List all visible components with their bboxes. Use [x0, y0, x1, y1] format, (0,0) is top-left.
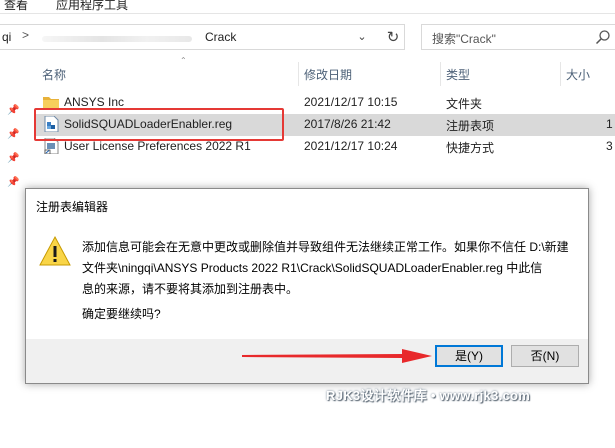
ribbon-tabs: 查看 应用程序工具: [0, 0, 615, 14]
refresh-icon[interactable]: ↻: [383, 28, 403, 48]
highlight-box: [34, 108, 284, 141]
column-divider[interactable]: [298, 62, 299, 86]
breadcrumb-separator: >: [22, 28, 30, 42]
dialog-message: 添加信息可能会在无意中更改或删除值并导致组件无法继续正常工作。如果你不信任 D:…: [82, 237, 578, 300]
file-size: 3: [606, 139, 613, 153]
dialog-confirm-question: 确定要继续吗?: [82, 307, 161, 321]
message-line: 息的来源，请不要将其添加到注册表中。: [82, 282, 299, 296]
address-prefix: qi: [2, 30, 12, 44]
dialog-title: 注册表编辑器: [36, 200, 109, 214]
navigation-pane: 📌 📌 📌 📌: [0, 50, 24, 448]
yes-button[interactable]: 是(Y): [435, 345, 503, 367]
search-box[interactable]: 搜索"Crack": [421, 24, 615, 50]
address-bar[interactable]: qi > Crack ⌄ ↻: [0, 24, 405, 50]
file-modified: 2017/8/26 21:42: [304, 117, 391, 131]
file-name: ANSYS Inc: [64, 95, 125, 109]
file-type: 快捷方式: [446, 141, 495, 155]
file-size: 1: [606, 117, 613, 131]
column-divider[interactable]: [440, 62, 441, 86]
pin-icon[interactable]: 📌: [7, 105, 19, 116]
file-name: User License Preferences 2022 R1: [64, 139, 251, 153]
tab-view[interactable]: 查看: [4, 0, 28, 13]
column-name[interactable]: 名称: [42, 66, 66, 83]
file-type: 文件夹: [446, 97, 483, 111]
pin-icon[interactable]: 📌: [7, 153, 19, 164]
no-button[interactable]: 否(N): [511, 345, 579, 367]
search-placeholder: 搜索"Crack": [432, 32, 496, 46]
warning-icon: [39, 235, 71, 266]
sort-caret-icon: ⌃: [180, 56, 187, 65]
file-modified: 2021/12/17 10:15: [304, 95, 398, 109]
pin-icon[interactable]: 📌: [7, 177, 19, 188]
pin-icon[interactable]: 📌: [7, 129, 19, 140]
registry-editor-dialog: 注册表编辑器 添加信息可能会在无意中更改或删除值并导致组件无法继续正常工作。如果…: [25, 188, 589, 384]
tab-app-tools[interactable]: 应用程序工具: [56, 0, 128, 13]
column-divider[interactable]: [560, 62, 561, 86]
message-line: 文件夹\ningqi\ANSYS Products 2022 R1\Crack\…: [82, 261, 543, 275]
file-type: 注册表项: [446, 119, 495, 133]
watermark: RJK3设计软件库 • www.rjk3.com: [326, 388, 531, 403]
column-type[interactable]: 类型: [446, 66, 470, 83]
dialog-body: 添加信息可能会在无意中更改或删除值并导致组件无法继续正常工作。如果你不信任 D:…: [26, 221, 588, 339]
chevron-down-icon[interactable]: ⌄: [355, 30, 369, 46]
file-modified: 2021/12/17 10:24: [304, 139, 398, 153]
dialog-footer: [26, 339, 588, 383]
blurred-path-segment: [42, 36, 192, 42]
column-header-row: ⌃ 名称 修改日期 类型 大小: [24, 56, 615, 86]
dialog-titlebar[interactable]: 注册表编辑器: [26, 189, 588, 221]
breadcrumb-current-folder[interactable]: Crack: [205, 30, 236, 44]
search-icon[interactable]: [595, 29, 611, 45]
message-line: 添加信息可能会在无意中更改或删除值并导致组件无法继续正常工作。如果你不信任 D:…: [82, 240, 569, 254]
column-modified[interactable]: 修改日期: [304, 66, 352, 83]
column-size[interactable]: 大小: [566, 66, 590, 83]
